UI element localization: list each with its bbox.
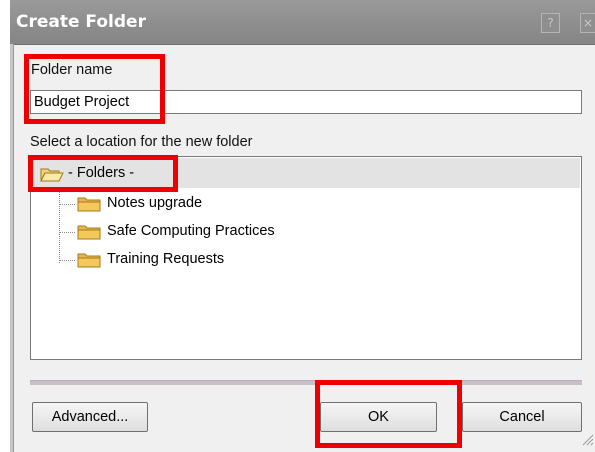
cancel-button[interactable]: Cancel xyxy=(462,402,582,432)
folder-tree[interactable]: - Folders - Notes upgrade Safe Computing… xyxy=(30,156,582,360)
folder-icon xyxy=(77,253,101,268)
folder-name-label: Folder name xyxy=(31,62,113,78)
tree-item-label: Training Requests xyxy=(107,251,225,267)
tree-branch-line xyxy=(59,204,75,205)
resize-grip-icon[interactable] xyxy=(580,432,594,446)
tree-item-training-requests[interactable]: Training Requests xyxy=(59,249,559,271)
location-label: Select a location for the new folder xyxy=(30,134,253,150)
folder-icon xyxy=(77,225,101,240)
tree-branch-line xyxy=(59,232,75,233)
tree-root-folders[interactable]: - Folders - xyxy=(32,158,580,188)
create-folder-dialog: Create Folder ? × Folder name Select a l… xyxy=(10,0,595,452)
folder-name-input[interactable] xyxy=(30,90,582,114)
dialog-title: Create Folder xyxy=(16,12,146,32)
title-bar[interactable]: Create Folder ? × xyxy=(10,0,595,45)
tree-item-notes-upgrade[interactable]: Notes upgrade xyxy=(59,193,559,215)
ok-button[interactable]: OK xyxy=(320,402,437,432)
advanced-button[interactable]: Advanced... xyxy=(32,402,148,432)
help-button[interactable]: ? xyxy=(541,13,560,33)
tree-item-label: Safe Computing Practices xyxy=(107,223,275,239)
folder-icon xyxy=(77,197,101,212)
tree-root-label: - Folders - xyxy=(68,165,135,181)
tree-branch-line xyxy=(59,260,75,261)
open-folder-icon xyxy=(40,168,64,182)
tree-item-label: Notes upgrade xyxy=(107,195,203,211)
close-button[interactable]: × xyxy=(580,13,595,33)
window-frame-edge xyxy=(10,44,14,452)
separator xyxy=(30,380,582,385)
tree-item-safe-computing-practices[interactable]: Safe Computing Practices xyxy=(59,221,559,243)
